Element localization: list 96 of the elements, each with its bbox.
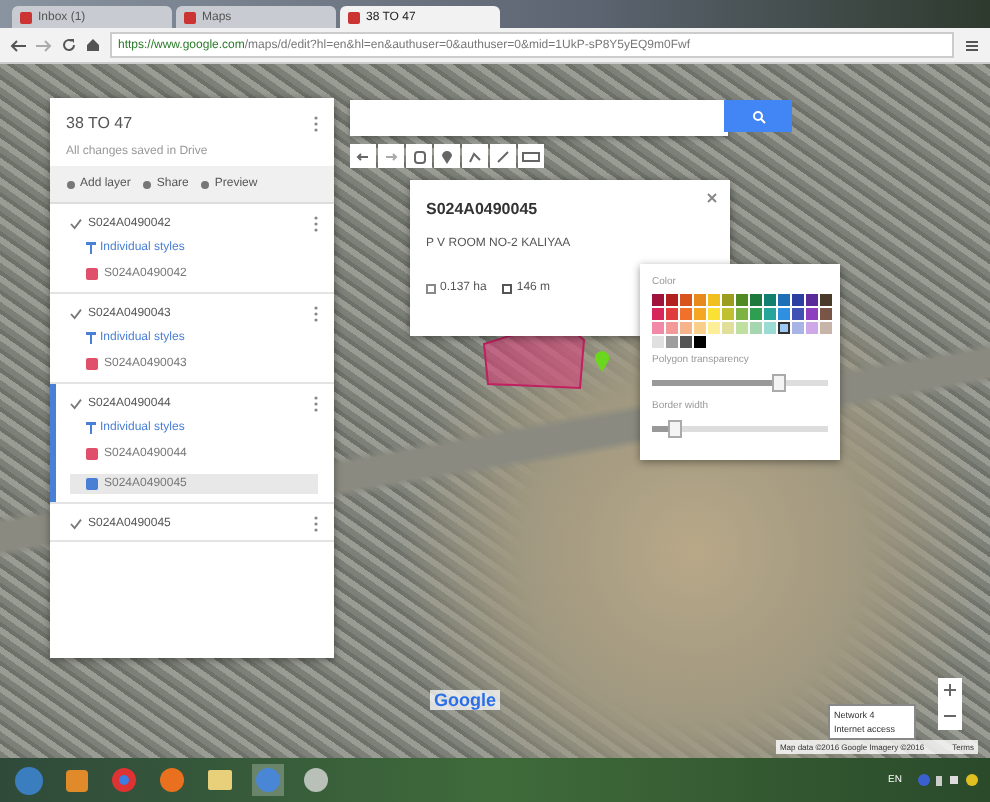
search-button[interactable] bbox=[724, 100, 792, 132]
transparency-slider[interactable] bbox=[652, 380, 828, 386]
color-swatch[interactable] bbox=[750, 322, 762, 334]
feature-title: S024A0490045 bbox=[426, 200, 540, 218]
circle-icon bbox=[142, 179, 153, 189]
diagonal-line-icon bbox=[496, 149, 510, 163]
taskbar-button[interactable] bbox=[60, 764, 92, 796]
layer-checkbox[interactable] bbox=[70, 308, 82, 320]
pin-icon[interactable] bbox=[594, 350, 610, 372]
menu-icon[interactable] bbox=[964, 37, 980, 53]
map-logo: Google bbox=[430, 690, 500, 710]
color-swatch[interactable] bbox=[764, 294, 776, 306]
color-swatch[interactable] bbox=[806, 308, 818, 320]
color-swatch[interactable] bbox=[652, 336, 664, 348]
color-swatch[interactable] bbox=[792, 294, 804, 306]
color-swatch[interactable] bbox=[736, 294, 748, 306]
color-swatch[interactable] bbox=[652, 294, 664, 306]
redo-icon bbox=[384, 151, 398, 161]
plus-icon bbox=[944, 683, 956, 695]
color-swatch[interactable] bbox=[680, 308, 692, 320]
line-icon bbox=[468, 149, 482, 163]
circle-icon bbox=[200, 179, 211, 189]
taskbar-button[interactable] bbox=[204, 764, 236, 796]
color-swatch[interactable] bbox=[750, 294, 762, 306]
pin-icon bbox=[442, 149, 452, 163]
color-swatch[interactable] bbox=[722, 322, 734, 334]
close-button[interactable] bbox=[704, 190, 720, 206]
color-swatch[interactable] bbox=[736, 308, 748, 320]
color-swatch[interactable] bbox=[778, 322, 790, 334]
color-swatch[interactable] bbox=[722, 308, 734, 320]
favicon-icon bbox=[20, 11, 32, 23]
tray-icons-drawing[interactable] bbox=[918, 774, 978, 786]
taskbar-button[interactable] bbox=[156, 764, 188, 796]
border-width-slider[interactable] bbox=[652, 426, 828, 432]
color-swatch[interactable] bbox=[806, 294, 818, 306]
hand-icon bbox=[413, 149, 425, 163]
layer-checkbox[interactable] bbox=[70, 518, 82, 530]
color-swatch[interactable] bbox=[764, 322, 776, 334]
color-swatch[interactable] bbox=[708, 322, 720, 334]
forward-icon[interactable] bbox=[36, 39, 52, 51]
favicon-icon bbox=[348, 11, 360, 23]
color-swatch[interactable] bbox=[820, 294, 832, 306]
color-swatch[interactable] bbox=[806, 322, 818, 334]
color-swatch[interactable] bbox=[666, 322, 678, 334]
color-swatch[interactable] bbox=[722, 294, 734, 306]
color-swatch[interactable] bbox=[750, 308, 762, 320]
taskbar-button[interactable] bbox=[108, 764, 140, 796]
folder-icon bbox=[208, 770, 232, 790]
ruler-tool[interactable] bbox=[518, 144, 544, 168]
undo-icon bbox=[356, 151, 370, 161]
color-swatch[interactable] bbox=[736, 322, 748, 334]
color-swatch[interactable] bbox=[694, 336, 706, 348]
search-field[interactable] bbox=[350, 100, 728, 136]
color-swatch[interactable] bbox=[792, 322, 804, 334]
taskbar-button[interactable] bbox=[300, 764, 332, 796]
minus-icon bbox=[944, 709, 956, 721]
color-swatch[interactable] bbox=[652, 308, 664, 320]
color-swatch[interactable] bbox=[694, 308, 706, 320]
undo-tool[interactable] bbox=[350, 144, 376, 168]
close-icon bbox=[706, 192, 718, 204]
color-swatch[interactable] bbox=[778, 294, 790, 306]
color-swatch[interactable] bbox=[708, 294, 720, 306]
back-icon[interactable] bbox=[10, 39, 26, 51]
line-tool[interactable] bbox=[462, 144, 488, 168]
home-icon[interactable] bbox=[86, 38, 100, 52]
search-icon bbox=[751, 109, 765, 123]
layer-checkbox[interactable] bbox=[70, 398, 82, 410]
color-swatch[interactable] bbox=[792, 308, 804, 320]
color-swatch[interactable] bbox=[820, 322, 832, 334]
marker-tool[interactable] bbox=[434, 144, 460, 168]
area-icon bbox=[426, 283, 436, 293]
hand-tool[interactable] bbox=[406, 144, 432, 168]
slider-handle[interactable] bbox=[772, 374, 787, 392]
color-swatch[interactable] bbox=[680, 294, 692, 306]
layer-checkbox[interactable] bbox=[70, 218, 82, 230]
color-swatch[interactable] bbox=[820, 308, 832, 320]
color-swatch[interactable] bbox=[694, 322, 706, 334]
circle-icon bbox=[66, 179, 76, 189]
color-swatch[interactable] bbox=[666, 294, 678, 306]
route-tool[interactable] bbox=[490, 144, 516, 168]
perimeter-icon bbox=[502, 283, 513, 293]
slider-handle[interactable] bbox=[667, 420, 682, 438]
color-swatch[interactable] bbox=[680, 336, 692, 348]
color-swatch[interactable] bbox=[778, 308, 790, 320]
reload-icon[interactable] bbox=[62, 38, 76, 52]
color-swatch[interactable] bbox=[666, 308, 678, 320]
color-swatch[interactable] bbox=[666, 336, 678, 348]
color-swatch[interactable] bbox=[652, 322, 664, 334]
color-swatch[interactable] bbox=[708, 308, 720, 320]
color-swatch[interactable] bbox=[764, 308, 776, 320]
color-swatch[interactable] bbox=[680, 322, 692, 334]
app-icon bbox=[304, 768, 328, 792]
color-swatch[interactable] bbox=[694, 294, 706, 306]
map-title[interactable]: 38 TO 47 bbox=[66, 114, 308, 132]
favicon-icon bbox=[184, 11, 196, 23]
rectangle-icon bbox=[522, 151, 540, 161]
